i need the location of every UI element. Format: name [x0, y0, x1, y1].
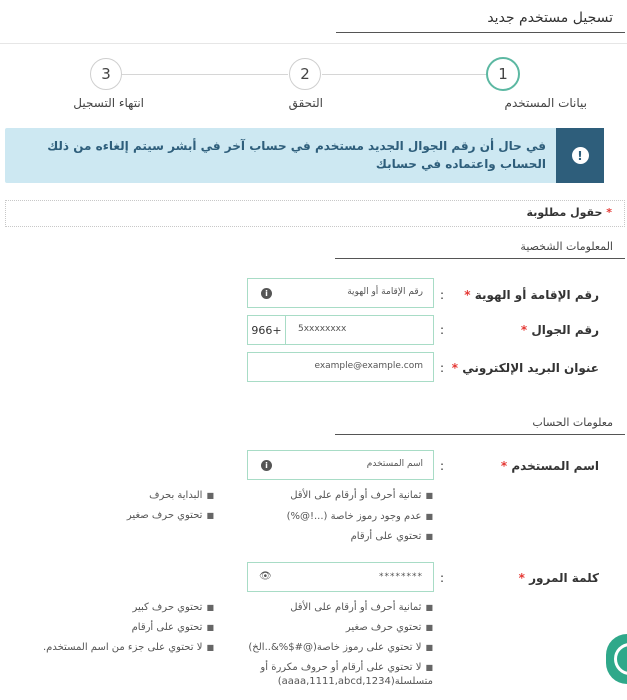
step-3-label: انتهاء التسجيل [73, 96, 144, 110]
account-section-line [335, 434, 625, 435]
password-rule: ■ لا تحتوي على رموز خاصة(@#$%&..الخ) [248, 642, 433, 653]
username-placeholder: اسم المستخدم [366, 459, 423, 469]
mobile-label-text: رقم الجوال [531, 323, 599, 337]
bullet-icon: ■ [206, 623, 214, 632]
alert-text: في حال أن رقم الجوال الجديد مستخدم في حس… [47, 139, 546, 171]
password-rule: ■ ثمانية أحرف أو أرقام على الأقل [290, 602, 433, 613]
chat-fab-button[interactable] [606, 634, 627, 684]
password-rule-text: تحتوي حرف كبير [132, 602, 203, 613]
bullet-icon: ■ [206, 603, 214, 612]
password-colon: : [440, 571, 445, 585]
password-rule: ■ تحتوي على أرقام [132, 622, 214, 633]
mobile-required-star: * [520, 323, 528, 337]
mobile-placeholder: 5xxxxxxxx [298, 324, 347, 334]
step-3-circle: 3 [90, 58, 122, 90]
required-text: حقول مطلوبة [526, 206, 603, 219]
bullet-icon: ■ [425, 643, 433, 652]
required-star: * [606, 206, 612, 219]
username-rule: ■ عدم وجود رموز خاصة (...!@%) [287, 511, 433, 522]
bullet-icon: ■ [425, 512, 433, 521]
username-label: اسم المستخدم * [501, 459, 599, 473]
email-required-star: * [451, 361, 459, 375]
page-title: تسجيل مستخدم جديد [487, 10, 613, 26]
eye-slash-icon[interactable]: 👁︎ [259, 571, 272, 582]
bullet-icon: ■ [425, 491, 433, 500]
id-number-input[interactable]: رقم الإقامة أو الهوية i [247, 278, 434, 308]
password-required-star: * [518, 571, 525, 585]
account-section-title: معلومات الحساب [532, 416, 613, 429]
password-rule-text: تحتوي حرف صغير [345, 622, 422, 633]
username-rule-text: ثمانية أحرف أو أرقام على الأقل [290, 490, 422, 501]
info-exclamation-icon: ! [571, 147, 589, 164]
bullet-icon: ■ [206, 491, 214, 500]
bullet-icon: ■ [425, 603, 433, 612]
email-label-text: عنوان البريد الإلكتروني [462, 361, 599, 375]
password-rule-text: لا تحتوي على رموز خاصة(@#$%&..الخ) [248, 642, 422, 653]
step-1-number: 1 [498, 65, 508, 83]
password-rule-text: ثمانية أحرف أو أرقام على الأقل [290, 602, 422, 613]
title-underline [336, 32, 625, 33]
info-icon[interactable]: i [261, 460, 272, 471]
mobile-colon: : [440, 323, 445, 337]
username-rule: ■ ثمانية أحرف أو أرقام على الأقل [290, 490, 433, 501]
password-rule-text: لا تحتوي على جزء من اسم المستخدم. [42, 642, 203, 653]
info-alert: ! في حال أن رقم الجوال الجديد مستخدم في … [5, 128, 604, 183]
username-rule-text: عدم وجود رموز خاصة (...!@%) [286, 511, 422, 522]
password-rule-continuation: متسلسلة(aaaa,1111,abcd,1234) [277, 676, 433, 687]
mobile-label: رقم الجوال * [521, 323, 599, 337]
step-2-number: 2 [300, 65, 310, 83]
step-connector-1-2 [322, 74, 486, 75]
password-label-text: كلمة المرور [529, 571, 599, 585]
chat-bubble-icon [614, 643, 627, 675]
password-rule-text: لا تحتوي على أرقام أو حروف مكررة أو [260, 662, 422, 673]
username-rule-text: تحتوي على أرقام [350, 531, 422, 542]
mobile-input[interactable]: +966 5xxxxxxxx [247, 315, 434, 345]
step-2-label: التحقق [288, 96, 323, 110]
info-icon[interactable]: i [261, 288, 272, 299]
password-rule: ■ تحتوي حرف صغير [346, 622, 433, 633]
username-label-text: اسم المستخدم [511, 459, 599, 473]
id-number-required-star: * [464, 288, 471, 302]
password-input[interactable]: ******** 👁︎ [247, 562, 434, 592]
bullet-icon: ■ [425, 623, 433, 632]
bullet-icon: ■ [425, 532, 433, 541]
password-label: كلمة المرور * [519, 571, 599, 585]
step-1-circle: 1 [486, 57, 520, 91]
step-2-circle: 2 [289, 58, 321, 90]
username-colon: : [440, 459, 445, 473]
step-connector-2-3 [122, 74, 288, 75]
personal-section-title: المعلومات الشخصية [520, 240, 613, 253]
password-rule: ■ لا تحتوي على أرقام أو حروف مكررة أو [260, 662, 433, 673]
email-label: عنوان البريد الإلكتروني * [452, 361, 599, 375]
username-rule: ■ البداية بحرف [149, 490, 214, 501]
password-value: ******** [379, 572, 423, 582]
mobile-country-prefix: +966 [248, 316, 286, 344]
password-rule: ■ تحتوي حرف كبير [132, 602, 214, 613]
id-number-label: رقم الإقامة أو الهوية * [464, 288, 599, 302]
id-number-label-text: رقم الإقامة أو الهوية [474, 288, 599, 302]
email-input[interactable]: example@example.com [247, 352, 434, 382]
username-input[interactable]: اسم المستخدم i [247, 450, 434, 480]
password-rule-text: تحتوي على أرقام [131, 622, 203, 633]
bullet-icon: ■ [206, 511, 214, 520]
step-1-label: بيانات المستخدم [504, 96, 587, 110]
username-rule-text: البداية بحرف [149, 490, 203, 501]
password-rule: ■ لا تحتوي على جزء من اسم المستخدم. [43, 642, 214, 653]
email-placeholder: example@example.com [314, 361, 423, 371]
username-required-star: * [500, 459, 508, 473]
alert-icon-box: ! [556, 128, 604, 183]
email-colon: : [440, 361, 445, 375]
id-number-colon: : [440, 288, 445, 302]
id-number-placeholder: رقم الإقامة أو الهوية [347, 287, 423, 297]
required-fields-note: * حقول مطلوبة [5, 200, 625, 227]
step-3-number: 3 [101, 65, 111, 83]
personal-section-line [335, 258, 625, 259]
username-rule: ■ تحتوي على أرقام [351, 531, 433, 542]
bullet-icon: ■ [206, 643, 214, 652]
card-top-border [0, 43, 627, 44]
username-rule-text: تحتوي حرف صغير [126, 510, 203, 521]
bullet-icon: ■ [425, 663, 433, 672]
username-rule: ■ تحتوي حرف صغير [127, 510, 214, 521]
